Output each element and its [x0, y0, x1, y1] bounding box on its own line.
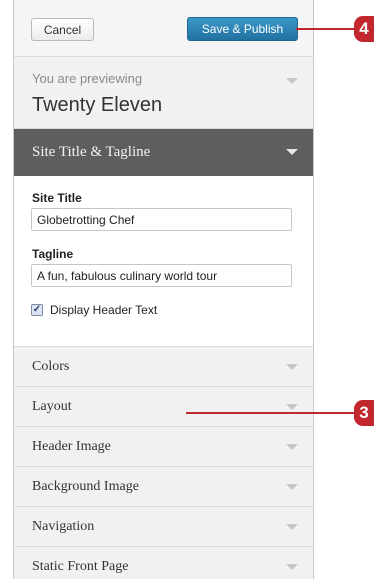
- section-label: Background Image: [32, 479, 139, 494]
- cancel-button[interactable]: Cancel: [31, 18, 94, 41]
- chevron-down-icon: [286, 444, 298, 450]
- chevron-down-icon: [286, 78, 298, 84]
- theme-name: Twenty Eleven: [32, 94, 163, 116]
- section-background-image[interactable]: Background Image: [14, 467, 313, 507]
- site-title-input[interactable]: [31, 208, 292, 231]
- section-label: Colors: [32, 359, 70, 374]
- chevron-down-icon: [286, 149, 298, 155]
- theme-preview-info[interactable]: You are previewing Twenty Eleven: [14, 57, 313, 129]
- chevron-down-icon: [286, 564, 298, 570]
- section-colors[interactable]: Colors: [14, 347, 313, 387]
- chevron-down-icon: [286, 524, 298, 530]
- display-header-text-checkbox[interactable]: ✓: [31, 304, 43, 316]
- display-header-text-label: Display Header Text: [50, 303, 158, 317]
- section-title: Site Title & Tagline: [32, 144, 151, 160]
- check-icon: ✓: [32, 304, 42, 315]
- section-header-image[interactable]: Header Image: [14, 427, 313, 467]
- callout-badge-3: 3: [354, 400, 374, 426]
- callout-line-4: [296, 28, 356, 30]
- section-label: Navigation: [32, 519, 95, 534]
- customizer-toolbar: Cancel Save & Publish: [14, 0, 313, 57]
- callout-badge-4: 4: [354, 16, 374, 42]
- site-title-label: Site Title: [32, 191, 82, 205]
- customizer-panel: Cancel Save & Publish You are previewing…: [13, 0, 314, 579]
- callout-line-3: [186, 412, 356, 414]
- section-label: Header Image: [32, 439, 111, 454]
- previewing-label: You are previewing: [32, 71, 143, 86]
- chevron-down-icon: [286, 484, 298, 490]
- section-label: Layout: [32, 399, 72, 414]
- tagline-label: Tagline: [32, 247, 74, 261]
- chevron-down-icon: [286, 364, 298, 370]
- section-navigation[interactable]: Navigation: [14, 507, 313, 547]
- section-label: Static Front Page: [32, 559, 129, 574]
- section-static-front-page[interactable]: Static Front Page: [14, 547, 313, 579]
- section-layout[interactable]: Layout: [14, 387, 313, 427]
- tagline-input[interactable]: [31, 264, 292, 287]
- site-title-tagline-section: Site Title Tagline ✓ Display Header Text: [14, 176, 313, 347]
- save-publish-button[interactable]: Save & Publish: [187, 17, 298, 41]
- site-title-tagline-section-header[interactable]: Site Title & Tagline: [14, 129, 313, 176]
- chevron-down-icon: [286, 404, 298, 410]
